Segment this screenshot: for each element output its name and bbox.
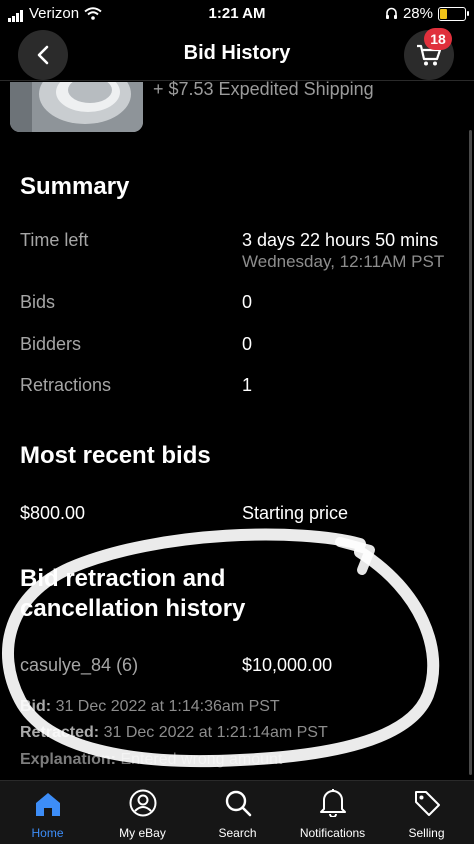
retractions-label: Retractions (20, 375, 112, 395)
tab-selling[interactable]: Selling (379, 781, 474, 844)
bidders-label: Bidders (20, 334, 82, 354)
summary-heading: Summary (20, 173, 130, 200)
retracting-bidder[interactable]: casulye_84 (6) (20, 655, 138, 676)
time-left-label: Time left (20, 230, 89, 250)
headphones-icon (385, 7, 397, 19)
end-time: Wednesday, 12:11AM PST (242, 252, 445, 271)
bid-time-row: Bid: 31 Dec 2022 at 1:14:36am PST (20, 698, 280, 716)
home-icon (35, 793, 60, 816)
scrollbar[interactable] (469, 130, 472, 775)
item-thumbnail[interactable] (10, 82, 143, 132)
retractions-value: 1 (242, 375, 253, 395)
tab-selling-label: Selling (408, 826, 445, 840)
time-left-value: 3 days 22 hours 50 mins (242, 230, 439, 250)
bell-icon (319, 789, 346, 817)
retracted-time-label: Retracted: (20, 724, 100, 741)
tab-home-label: Home (31, 826, 64, 840)
recent-bid-note: Starting price (242, 503, 349, 523)
app-header: Bid History 18 (0, 28, 474, 81)
recent-bids-heading: Most recent bids (20, 442, 211, 469)
search-icon (225, 790, 251, 817)
retracted-time-value: 31 Dec 2022 at 1:21:14am PST (103, 724, 328, 741)
status-bar: Verizon 1:21 AM 28% (0, 0, 474, 28)
battery-icon (438, 6, 469, 21)
tab-home[interactable]: Home (0, 781, 95, 844)
explanation-value: Entered wrong amount (120, 751, 283, 768)
bottom-tab-bar: Home My eBay Search Notifications Sellin… (0, 780, 474, 844)
page-title: Bid History (183, 42, 291, 64)
user-icon (129, 789, 156, 817)
retraction-heading-line1: Bid retraction and (20, 565, 226, 592)
explanation-label: Explanation: (20, 751, 117, 768)
tab-notifications[interactable]: Notifications (285, 781, 380, 844)
tab-my-ebay-label: My eBay (119, 826, 166, 840)
tab-notifications-label: Notifications (299, 826, 366, 840)
bid-time-value: 31 Dec 2022 at 1:14:36am PST (55, 698, 280, 715)
retracted-amount: $10,000.00 (242, 655, 333, 675)
tab-my-ebay[interactable]: My eBay (95, 781, 190, 844)
retracted-time-row: Retracted: 31 Dec 2022 at 1:21:14am PST (20, 724, 328, 742)
tab-search[interactable]: Search (190, 781, 285, 844)
recent-bid-amount: $800.00 (20, 503, 86, 523)
shipping-cost: + $7.53 Expedited Shipping (153, 79, 374, 99)
retraction-heading-line2: cancellation history (20, 595, 246, 622)
bids-label: Bids (20, 292, 56, 312)
tag-icon (414, 791, 440, 816)
bids-value: 0 (242, 292, 253, 312)
bidders-value: 0 (242, 334, 253, 354)
cart-count-badge: 18 (424, 28, 452, 50)
bid-time-label: Bid: (20, 698, 52, 715)
battery-percent: 28% (402, 5, 433, 22)
tab-search-label: Search (218, 826, 257, 840)
explanation-row: Explanation: Entered wrong amount (20, 751, 282, 769)
